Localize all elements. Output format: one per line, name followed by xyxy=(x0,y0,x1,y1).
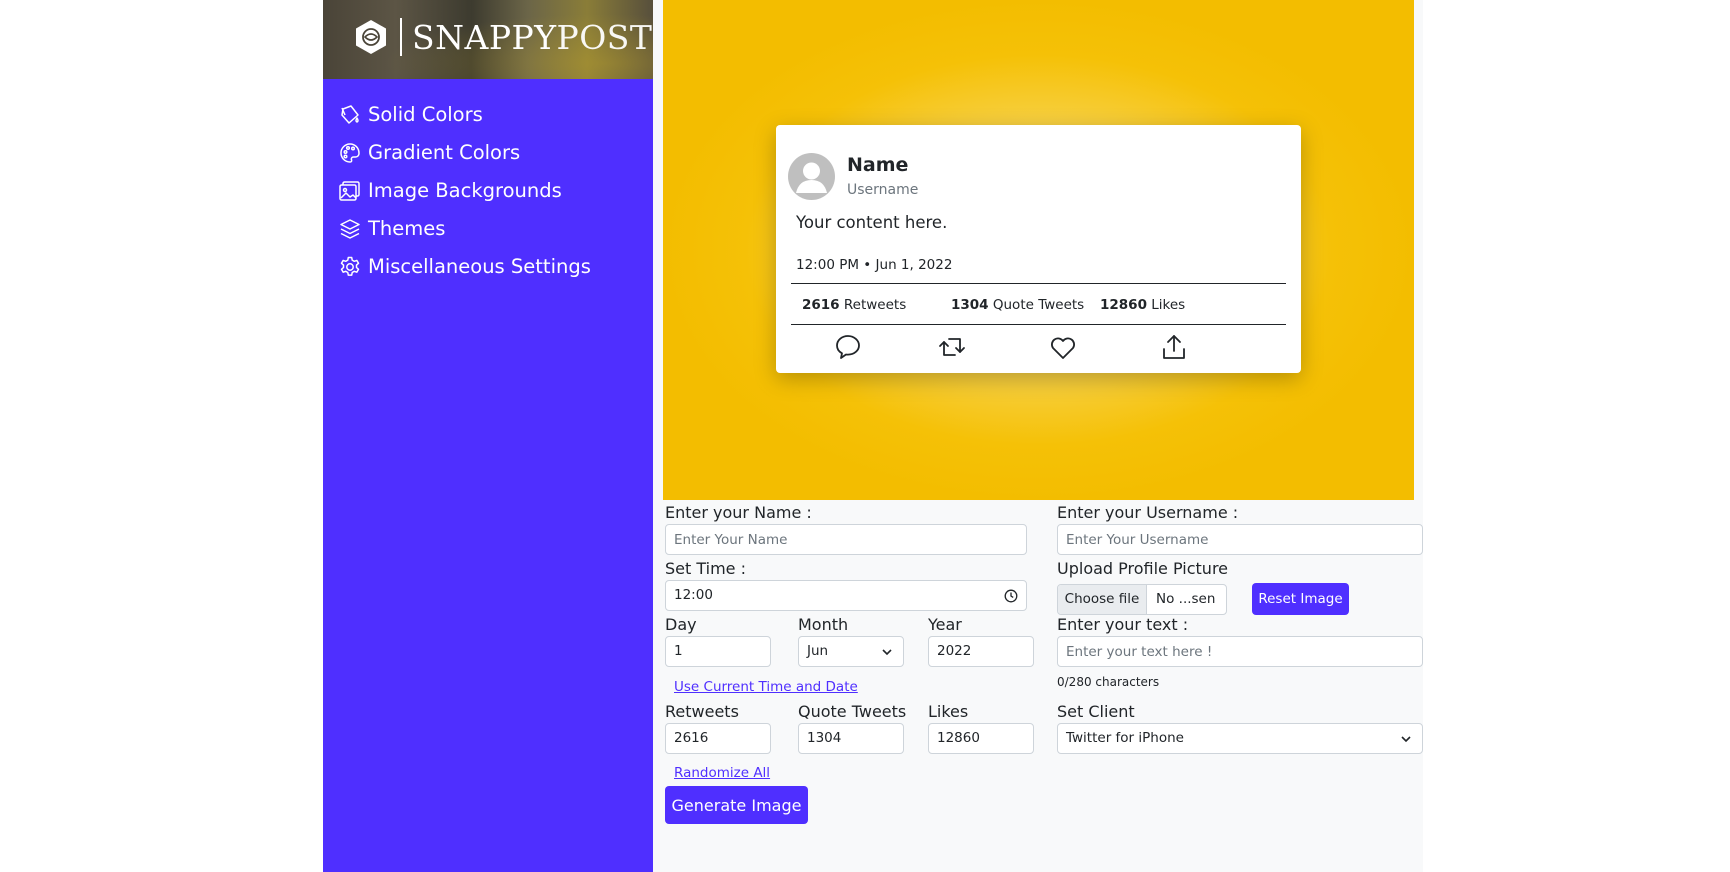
sidebar-item-label: Miscellaneous Settings xyxy=(368,255,591,278)
profile-picture-label: Upload Profile Picture xyxy=(1057,559,1229,578)
day-input[interactable]: 1 xyxy=(665,636,771,667)
images-icon xyxy=(339,181,360,201)
use-current-time-link[interactable]: Use Current Time and Date xyxy=(674,678,858,696)
username-label: Enter your Username : xyxy=(1057,503,1239,522)
likes-stat: 12860 Likes xyxy=(1100,296,1185,314)
quote-tweets-label: Quote Tweets xyxy=(798,702,907,721)
name-input[interactable] xyxy=(665,524,1027,555)
sidebar-item-solid-colors[interactable]: Solid Colors xyxy=(338,96,591,134)
generate-image-button[interactable]: Generate Image xyxy=(665,786,808,824)
gear-icon xyxy=(340,256,360,276)
time-label: Set Time : xyxy=(665,559,746,578)
profile-picture-input[interactable]: Choose file No ...sen xyxy=(1057,584,1227,615)
brand-name-part1: SNAPPY xyxy=(412,18,557,57)
retweets-label: Retweets xyxy=(665,702,739,721)
quote-tweets-stat: 1304 Quote Tweets xyxy=(951,296,1084,314)
brand-logo[interactable]: SNAPPYPOST xyxy=(323,0,653,79)
month-label: Month xyxy=(798,615,849,634)
reset-image-button[interactable]: Reset Image xyxy=(1252,583,1349,615)
time-input[interactable]: 12:00 xyxy=(665,580,1027,611)
retweets-label: Retweets xyxy=(843,297,907,313)
sidebar-nav: Solid Colors Gradient Colors Image Backg… xyxy=(338,96,591,286)
tweet-card: Name Username Your content here. 12:00 P… xyxy=(776,125,1301,373)
time-value: 12:00 xyxy=(674,587,713,603)
tweet-text-input[interactable] xyxy=(1057,636,1423,667)
sidebar-item-themes[interactable]: Themes xyxy=(338,210,591,248)
quote-tweets-label: Quote Tweets xyxy=(992,297,1085,313)
client-select[interactable]: Twitter for iPhone xyxy=(1057,723,1423,754)
brand-name-part2: POST xyxy=(556,18,653,57)
likes-label: Likes xyxy=(1151,297,1186,313)
sidebar: SNAPPYPOST Solid Colors Gradient Colors … xyxy=(323,0,653,872)
avatar xyxy=(788,153,835,200)
brand-name: SNAPPYPOST xyxy=(412,18,652,58)
clock-icon[interactable] xyxy=(1004,589,1018,603)
likes-count: 12860 xyxy=(1100,297,1147,313)
username-input[interactable] xyxy=(1057,524,1423,555)
palette-icon xyxy=(340,143,360,163)
tweet-author-username: Username xyxy=(847,182,919,198)
tweet-timestamp: 12:00 PM • Jun 1, 2022 xyxy=(796,257,953,273)
day-label: Day xyxy=(665,615,697,634)
file-status: No ...sen xyxy=(1156,591,1216,607)
likes-label: Likes xyxy=(928,702,969,721)
main-panel: Name Username Your content here. 12:00 P… xyxy=(653,0,1423,872)
sidebar-item-gradient-colors[interactable]: Gradient Colors xyxy=(338,134,591,172)
layers-icon xyxy=(340,219,360,239)
like-icon xyxy=(1048,332,1078,362)
client-value: Twitter for iPhone xyxy=(1066,730,1184,746)
choose-file-button[interactable]: Choose file xyxy=(1058,585,1147,614)
divider xyxy=(791,283,1286,284)
logo-icon xyxy=(356,20,386,54)
sidebar-item-label: Gradient Colors xyxy=(368,141,521,164)
quote-tweets-input[interactable]: 1304 xyxy=(798,723,904,754)
quote-tweets-count: 1304 xyxy=(951,297,989,313)
sidebar-item-label: Image Backgrounds xyxy=(368,179,562,202)
likes-input[interactable]: 12860 xyxy=(928,723,1034,754)
year-input[interactable]: 2022 xyxy=(928,636,1034,667)
retweets-stat: 2616 Retweets xyxy=(802,296,906,314)
sidebar-item-label: Themes xyxy=(368,217,446,240)
sidebar-item-label: Solid Colors xyxy=(368,103,483,126)
sidebar-item-image-backgrounds[interactable]: Image Backgrounds xyxy=(338,172,591,210)
name-label: Enter your Name : xyxy=(665,503,812,522)
reply-icon xyxy=(833,332,863,362)
chevron-down-icon xyxy=(882,649,892,656)
character-count: 0/280 characters xyxy=(1057,675,1160,689)
month-select[interactable]: Jun xyxy=(798,636,904,667)
chevron-down-icon xyxy=(1401,736,1411,743)
divider xyxy=(791,324,1286,325)
share-icon xyxy=(1159,332,1189,362)
client-label: Set Client xyxy=(1057,702,1135,721)
default-user-icon xyxy=(796,162,827,193)
sidebar-item-miscellaneous-settings[interactable]: Miscellaneous Settings xyxy=(338,248,591,286)
text-label: Enter your text : xyxy=(1057,615,1189,634)
retweets-count: 2616 xyxy=(802,297,840,313)
paint-bucket-icon xyxy=(341,105,359,124)
retweet-icon xyxy=(937,332,967,362)
month-value: Jun xyxy=(807,643,829,659)
logo-divider xyxy=(400,18,402,56)
randomize-all-link[interactable]: Randomize All xyxy=(674,764,770,782)
tweet-author-name: Name xyxy=(847,154,909,176)
image-preview: Name Username Your content here. 12:00 P… xyxy=(663,0,1414,500)
year-label: Year xyxy=(928,615,962,634)
retweets-input[interactable]: 2616 xyxy=(665,723,771,754)
tweet-content: Your content here. xyxy=(796,213,948,232)
